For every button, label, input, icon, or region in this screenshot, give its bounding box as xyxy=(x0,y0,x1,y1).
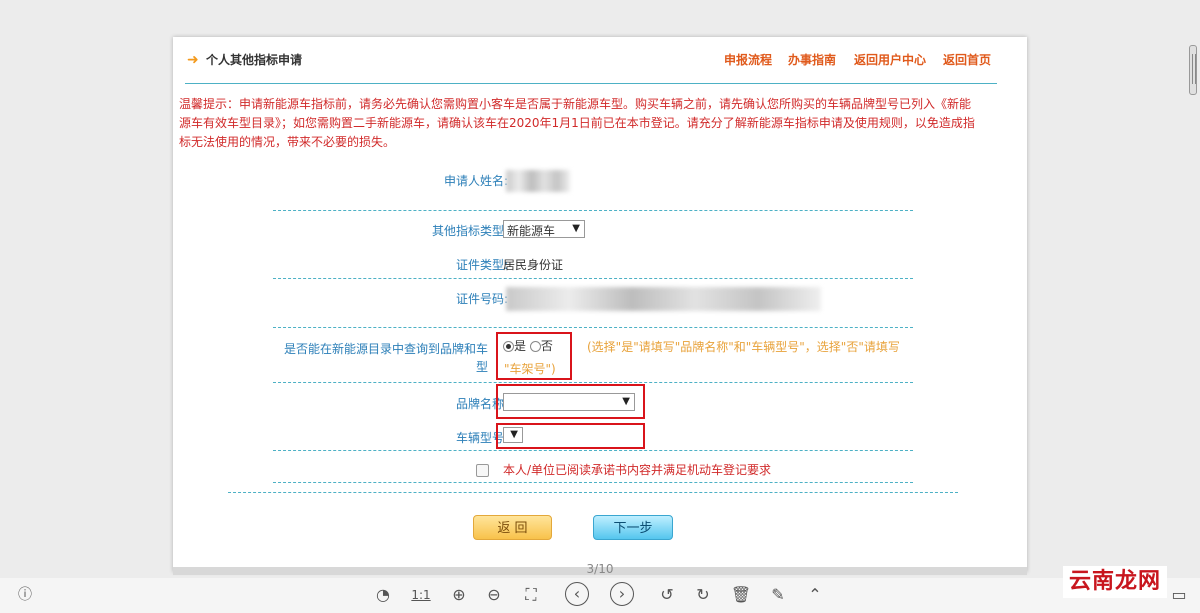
agreement-checkbox[interactable] xyxy=(476,464,489,477)
cert-type-label: 证件类型: xyxy=(455,258,508,272)
highlight-box xyxy=(496,384,645,419)
arrow-right-icon: ➜ xyxy=(187,52,199,68)
rotate-right-icon[interactable]: ↻ xyxy=(692,584,714,606)
brand-query-hint: (选择"是"请填写"品牌名称"和"车辆型号"，选择"否"请填写 xyxy=(587,340,900,354)
rotate-view-icon[interactable]: ◔ xyxy=(372,584,394,606)
viewer-toolbar: ⓘ ◔ 1:1 ⊕ ⊖ ⛶ ‹ › ↺ ↻ 🗑 ✎ ⌃ ▭ xyxy=(0,578,1200,613)
row-divider xyxy=(273,482,913,483)
back-button[interactable]: 返 回 xyxy=(473,515,552,540)
applicant-name-label: 申请人姓名: xyxy=(443,174,508,188)
agreement-text: 本人/单位已阅读承诺书内容并满足机动车登记要求 xyxy=(503,463,772,477)
nav-user-center-link[interactable]: 返回用户中心 xyxy=(854,51,926,68)
row-divider xyxy=(273,327,913,328)
highlight-box xyxy=(496,332,572,380)
info-icon[interactable]: ⓘ xyxy=(14,584,36,606)
trash-icon[interactable]: 🗑 xyxy=(730,584,752,606)
notice-text: 温馨提示：申请新能源车指标前，请务必先确认您需购置小客车是否属于新能源车型。购买… xyxy=(179,97,975,149)
zoom-out-icon[interactable]: ⊖ xyxy=(483,584,505,606)
vehicle-model-label: 车辆型号: xyxy=(455,431,508,445)
section-divider xyxy=(228,492,958,493)
chevron-down-icon: ▼ xyxy=(572,223,580,234)
cert-number-value-blurred xyxy=(506,287,821,311)
scrollbar-thumb[interactable] xyxy=(1189,45,1197,95)
next-page-icon[interactable]: › xyxy=(610,582,634,606)
brand-query-label: 是否能在新能源目录中查询到品牌和车型 xyxy=(283,342,488,374)
expand-up-icon[interactable]: ⌃ xyxy=(804,584,826,606)
folder-icon[interactable]: ▭ xyxy=(1168,584,1190,606)
rotate-left-icon[interactable]: ↺ xyxy=(656,584,678,606)
cert-type-value: 居民身份证 xyxy=(503,258,564,272)
watermark-logo: 云南龙网 xyxy=(1063,566,1167,598)
cert-number-label: 证件号码: xyxy=(455,292,508,306)
indicator-type-select[interactable]: 新能源车 ▼ xyxy=(503,220,585,238)
row-divider xyxy=(273,450,913,451)
indicator-type-value: 新能源车 xyxy=(507,224,556,238)
zoom-in-icon[interactable]: ⊕ xyxy=(448,584,470,606)
page-title: 个人其他指标申请 xyxy=(206,53,303,67)
brand-name-label: 品牌名称: xyxy=(455,397,508,411)
highlight-box xyxy=(496,423,645,449)
page-number: 3/10 xyxy=(586,562,614,576)
row-divider xyxy=(273,278,913,279)
application-page: ➜ 个人其他指标申请 申报流程 办事指南 返回用户中心 返回首页 温馨提示：申请… xyxy=(173,37,1027,572)
header-divider xyxy=(185,83,997,84)
edit-icon[interactable]: ✎ xyxy=(767,584,789,606)
row-divider xyxy=(273,210,913,211)
nav-process-link[interactable]: 申报流程 xyxy=(724,51,772,68)
fit-window-icon[interactable]: ⛶ xyxy=(520,584,542,606)
previous-page-icon[interactable]: ‹ xyxy=(565,582,589,606)
row-divider xyxy=(273,382,913,383)
next-step-button[interactable]: 下一步 xyxy=(593,515,673,540)
indicator-type-label: 其他指标类型: xyxy=(431,224,508,238)
applicant-name-value-blurred xyxy=(506,170,570,192)
nav-home-link[interactable]: 返回首页 xyxy=(943,51,991,68)
nav-guide-link[interactable]: 办事指南 xyxy=(788,51,836,68)
page-header: ➜ 个人其他指标申请 申报流程 办事指南 返回用户中心 返回首页 xyxy=(173,37,1027,83)
actual-size-icon[interactable]: 1:1 xyxy=(410,584,432,606)
